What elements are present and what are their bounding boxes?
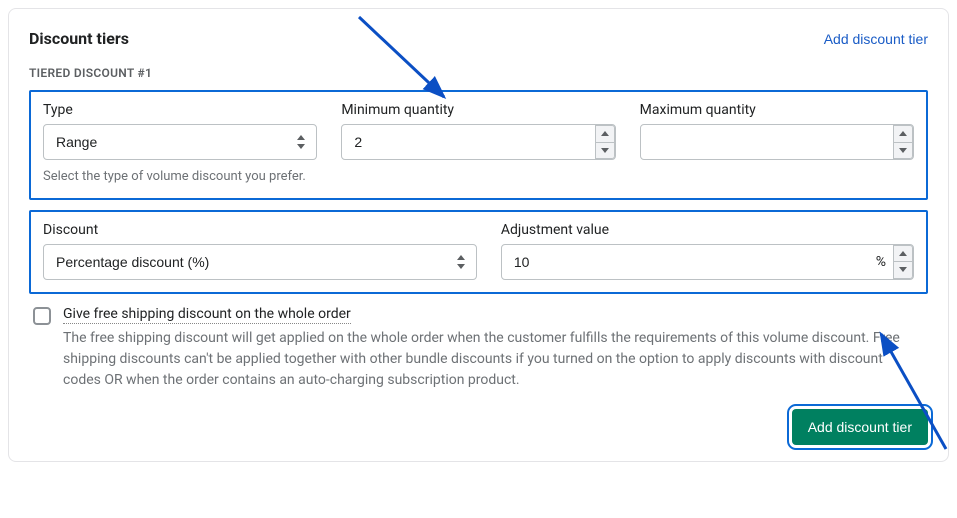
adjustment-input[interactable] xyxy=(501,244,914,280)
adjustment-label: Adjustment value xyxy=(501,222,914,238)
type-label: Type xyxy=(43,102,317,118)
min-qty-step-up[interactable] xyxy=(595,125,615,142)
card-title: Discount tiers xyxy=(29,29,129,48)
free-shipping-desc: The free shipping discount will get appl… xyxy=(63,328,924,391)
tier-row-1-highlight: Type Select the type of volume discount … xyxy=(29,90,928,200)
free-shipping-checkbox[interactable] xyxy=(33,307,51,325)
discount-select[interactable] xyxy=(43,244,477,280)
tier-subheader: TIERED DISCOUNT #1 xyxy=(29,66,928,80)
max-qty-field: Maximum quantity xyxy=(640,102,914,186)
discount-label: Discount xyxy=(43,222,477,238)
discount-tiers-card: Discount tiers Add discount tier TIERED … xyxy=(8,8,949,462)
min-qty-input[interactable] xyxy=(341,124,615,160)
min-qty-label: Minimum quantity xyxy=(341,102,615,118)
discount-select-input[interactable] xyxy=(43,244,477,280)
min-qty-field: Minimum quantity xyxy=(341,102,615,186)
add-discount-tier-link[interactable]: Add discount tier xyxy=(824,31,928,47)
max-qty-input[interactable] xyxy=(640,124,914,160)
type-select-input[interactable] xyxy=(43,124,317,160)
card-header: Discount tiers Add discount tier xyxy=(29,29,928,48)
type-field: Type Select the type of volume discount … xyxy=(43,102,317,186)
adjustment-field: Adjustment value % xyxy=(501,222,914,280)
tier-row-2-highlight: Discount Adjustment value % xyxy=(29,210,928,294)
min-qty-step-down[interactable] xyxy=(595,142,615,160)
max-qty-step-down[interactable] xyxy=(893,142,913,160)
max-qty-step-up[interactable] xyxy=(893,125,913,142)
adjustment-suffix: % xyxy=(876,254,886,270)
adjustment-step-up[interactable] xyxy=(893,245,913,262)
add-discount-tier-button[interactable]: Add discount tier xyxy=(792,409,928,445)
discount-field: Discount xyxy=(43,222,477,280)
adjustment-step-down[interactable] xyxy=(893,261,913,279)
free-shipping-label[interactable]: Give free shipping discount on the whole… xyxy=(63,306,351,324)
max-qty-label: Maximum quantity xyxy=(640,102,914,118)
type-helper-text: Select the type of volume discount you p… xyxy=(43,168,317,186)
card-footer: Add discount tier xyxy=(29,409,928,445)
type-select[interactable] xyxy=(43,124,317,160)
free-shipping-row: Give free shipping discount on the whole… xyxy=(29,306,928,391)
